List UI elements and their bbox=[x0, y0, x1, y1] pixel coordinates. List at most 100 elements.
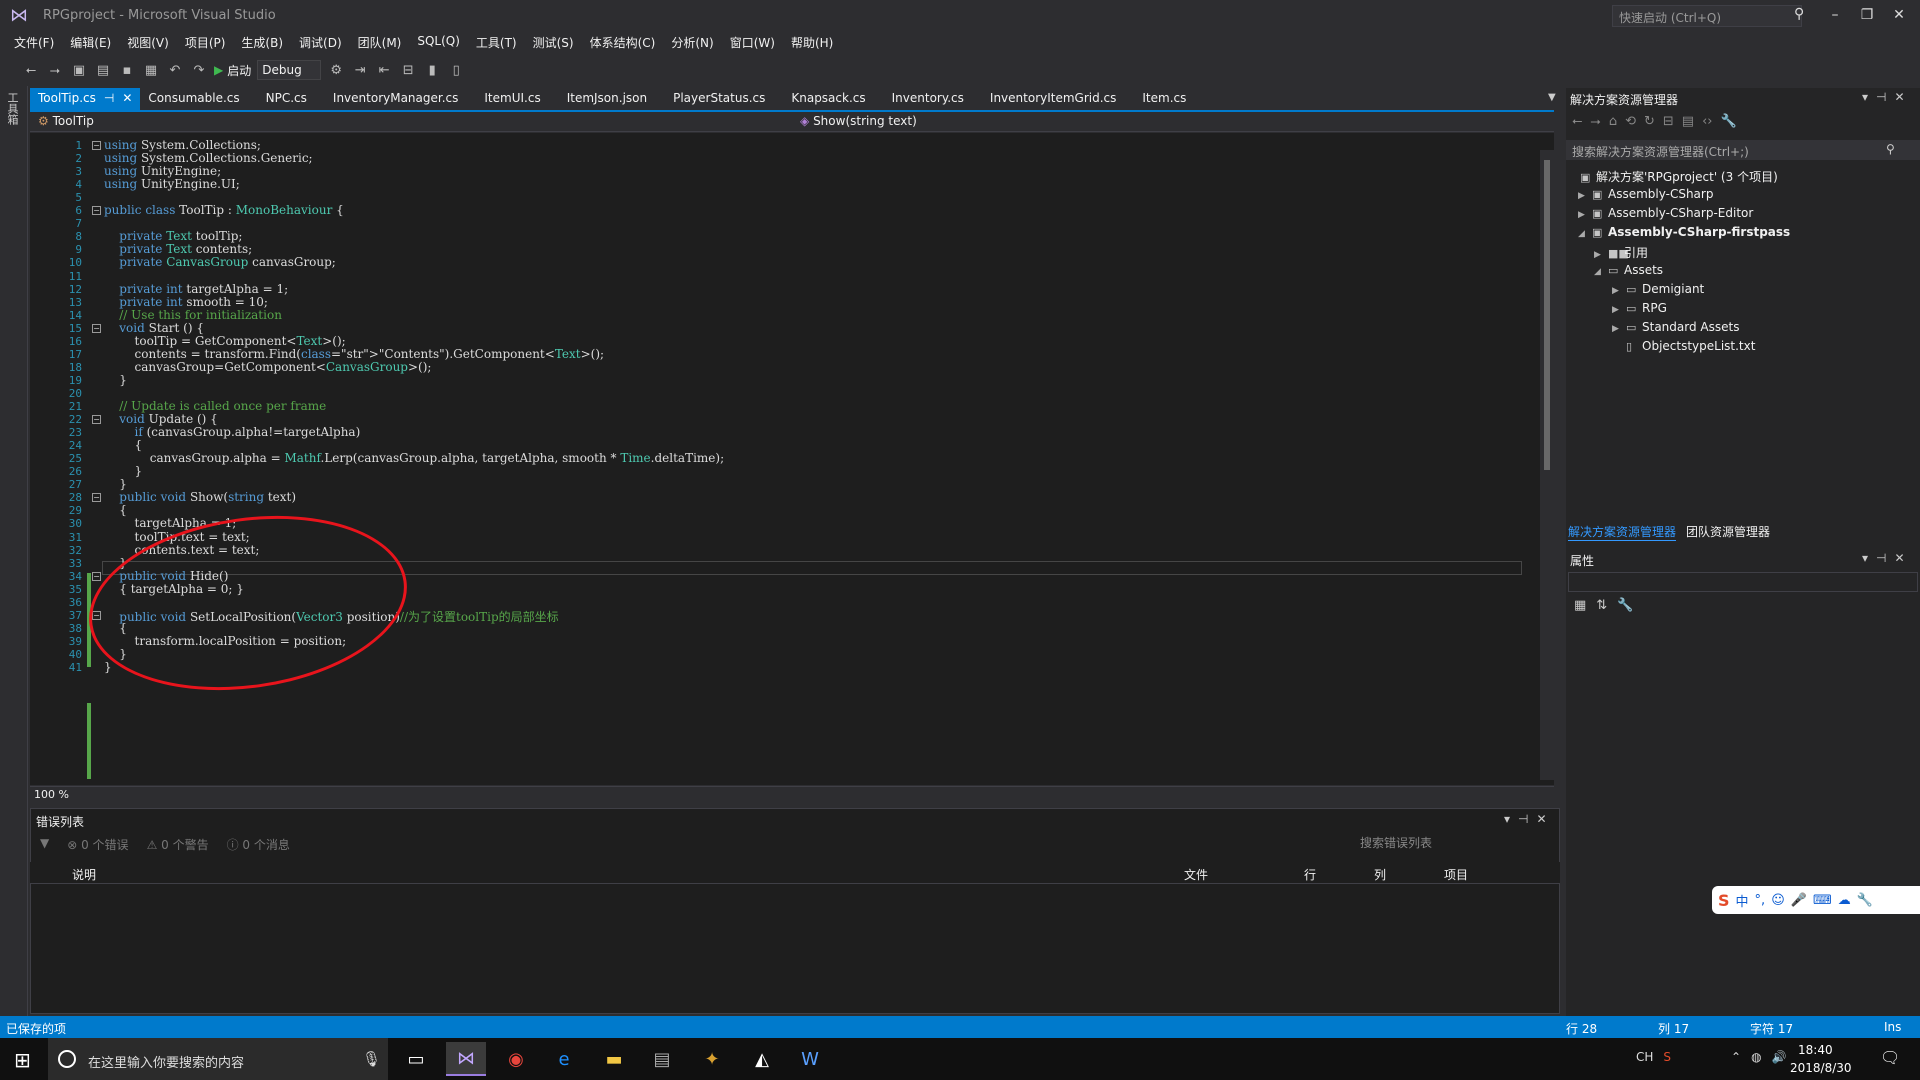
tree-assets-folder[interactable]: ◢ ▭ Assets bbox=[1594, 263, 1663, 277]
tab-overflow-icon[interactable]: ▼ bbox=[1548, 92, 1556, 103]
collapse-icon[interactable]: ⊟ bbox=[1663, 114, 1674, 129]
tree-objectstypelist-file[interactable]: ▯ ObjectstypeList.txt bbox=[1626, 339, 1755, 353]
code-line[interactable]: void Update () { bbox=[104, 412, 218, 426]
expand-arrow-icon[interactable]: ▶ bbox=[1612, 324, 1626, 334]
fold-toggle-icon[interactable]: − bbox=[92, 571, 101, 581]
expand-arrow-icon[interactable]: ▶ bbox=[1578, 191, 1592, 201]
word-icon[interactable]: W bbox=[790, 1042, 830, 1076]
fold-toggle-icon[interactable]: − bbox=[92, 493, 101, 503]
member-dropdown[interactable]: ◈ Show(string text) bbox=[800, 114, 917, 128]
menu-window[interactable]: 窗口(W) bbox=[722, 32, 783, 54]
tree-rpg-folder[interactable]: ▶ ▭ RPG bbox=[1612, 301, 1667, 315]
panel-controls[interactable]: ▾⊣✕ bbox=[1862, 551, 1913, 565]
code-line[interactable]: { bbox=[104, 503, 127, 517]
code-line[interactable]: private Text toolTip; bbox=[104, 229, 242, 243]
app-icon[interactable]: ▤ bbox=[642, 1042, 682, 1076]
tab-knapsack[interactable]: Knapsack.cs bbox=[783, 88, 883, 110]
fold-toggle-icon[interactable]: − bbox=[92, 415, 101, 425]
tab-playerstatus[interactable]: PlayerStatus.cs bbox=[665, 88, 783, 110]
menu-team[interactable]: 团队(M) bbox=[350, 32, 410, 54]
windows-start-icon[interactable]: ⊞ bbox=[14, 1048, 31, 1072]
app-icon[interactable]: ✦ bbox=[692, 1042, 732, 1076]
code-line[interactable]: toolTip = GetComponent<Text>(); bbox=[104, 334, 346, 348]
menu-help[interactable]: 帮助(H) bbox=[783, 32, 841, 54]
tab-inventory-item-grid[interactable]: InventoryItemGrid.cs bbox=[982, 88, 1134, 110]
menu-tools[interactable]: 工具(T) bbox=[468, 32, 525, 54]
collapse-arrow-icon[interactable]: ◢ bbox=[1578, 229, 1592, 239]
search-icon[interactable]: ⚲ bbox=[1794, 6, 1804, 22]
fold-toggle-icon[interactable]: − bbox=[92, 206, 101, 216]
tab-itemui[interactable]: ItemUI.cs bbox=[476, 88, 558, 110]
menu-project[interactable]: 项目(P) bbox=[177, 32, 234, 54]
volume-icon[interactable]: 🔊 bbox=[1772, 1050, 1787, 1064]
clock-date[interactable]: 2018/8/30 bbox=[1790, 1061, 1852, 1075]
panel-controls[interactable]: ▾⊣✕ bbox=[1862, 90, 1913, 104]
redo-icon[interactable]: ↷ bbox=[190, 63, 208, 78]
property-pages-icon[interactable]: 🔧 bbox=[1617, 598, 1633, 613]
expand-arrow-icon[interactable]: ▶ bbox=[1612, 305, 1626, 315]
show-all-icon[interactable]: ▤ bbox=[1682, 114, 1694, 129]
tree-solution[interactable]: ▣ 解决方案'RPGproject' (3 个项目) bbox=[1580, 168, 1778, 185]
forward-icon[interactable]: ⭢ bbox=[46, 63, 64, 78]
tab-item[interactable]: Item.cs bbox=[1134, 88, 1204, 110]
panel-controls[interactable]: ▾⊣✕ bbox=[1504, 812, 1555, 826]
code-line[interactable]: contents = transform.Find(class="str">"C… bbox=[104, 347, 605, 361]
refresh-icon[interactable]: ↻ bbox=[1644, 114, 1655, 129]
code-line[interactable]: using UnityEngine; bbox=[104, 164, 221, 178]
code-line[interactable]: private int targetAlpha = 1; bbox=[104, 282, 288, 296]
save-icon[interactable]: ▪ bbox=[118, 63, 136, 78]
task-view-icon[interactable]: ▭ bbox=[396, 1042, 436, 1076]
new-project-icon[interactable]: ▣ bbox=[70, 63, 88, 78]
code-line[interactable]: } bbox=[104, 660, 112, 674]
undo-icon[interactable]: ↶ bbox=[166, 63, 184, 78]
column-line[interactable]: 行 bbox=[1304, 866, 1316, 883]
code-line[interactable]: void Start () { bbox=[104, 321, 204, 335]
pin-icon[interactable]: ⊣ bbox=[104, 91, 114, 110]
clock-time[interactable]: 18:40 bbox=[1798, 1043, 1833, 1057]
tab-team-explorer[interactable]: 团队资源管理器 bbox=[1686, 523, 1770, 541]
unity-icon[interactable]: ◭ bbox=[742, 1042, 782, 1076]
expand-arrow-icon[interactable]: ▶ bbox=[1594, 250, 1608, 260]
keyboard-icon[interactable]: ⌨ bbox=[1813, 893, 1832, 908]
code-line[interactable]: } bbox=[104, 477, 127, 491]
code-line[interactable]: public void Show(string text) bbox=[104, 490, 296, 504]
code-line[interactable]: using UnityEngine.UI; bbox=[104, 177, 240, 191]
tab-consumable[interactable]: Consumable.cs bbox=[140, 88, 257, 110]
tree-standard-assets-folder[interactable]: ▶ ▭ Standard Assets bbox=[1612, 320, 1739, 334]
ime-toolbar[interactable]: S 中 °, ☺ 🎤 ⌨ ☁ 🔧 bbox=[1712, 886, 1920, 914]
attach-icon[interactable]: ⚙ bbox=[327, 63, 345, 78]
tab-tooltip[interactable]: ToolTip.cs ⊣ ✕ bbox=[30, 88, 141, 110]
file-explorer-icon[interactable]: ▬ bbox=[594, 1042, 634, 1076]
notification-icon[interactable]: 🗨 bbox=[1880, 1048, 1900, 1067]
menu-architecture[interactable]: 体系结构(C) bbox=[582, 32, 664, 54]
back-icon[interactable]: ⭠ bbox=[1572, 114, 1582, 129]
menu-sql[interactable]: SQL(Q) bbox=[409, 32, 468, 54]
tools-icon[interactable]: 🔧 bbox=[1857, 893, 1873, 908]
tab-solution-explorer[interactable]: 解决方案资源管理器 bbox=[1568, 523, 1677, 541]
start-debugging-button[interactable]: ▶ 启动 bbox=[214, 62, 251, 79]
close-tab-icon[interactable]: ✕ bbox=[122, 91, 132, 110]
next-bookmark-icon[interactable]: ▯ bbox=[447, 63, 465, 78]
tree-project-assembly-csharp-editor[interactable]: ▶ ▣ Assembly-CSharp-Editor bbox=[1578, 206, 1753, 220]
bookmark-icon[interactable]: ▮ bbox=[423, 63, 441, 78]
code-line[interactable]: using System.Collections.Generic; bbox=[104, 151, 313, 165]
menu-file[interactable]: 文件(F) bbox=[6, 32, 62, 54]
code-line[interactable]: canvasGroup.alpha = Mathf.Lerp(canvasGro… bbox=[104, 451, 724, 465]
tab-inventory[interactable]: Inventory.cs bbox=[884, 88, 982, 110]
tab-itemjson[interactable]: ItemJson.json bbox=[559, 88, 665, 110]
column-description[interactable]: 说明 bbox=[72, 866, 96, 883]
microphone-icon[interactable]: 🎙 bbox=[362, 1050, 381, 1068]
filter-icon[interactable]: ▼ bbox=[40, 836, 49, 853]
code-line[interactable]: } bbox=[104, 464, 143, 478]
menu-debug[interactable]: 调试(D) bbox=[291, 32, 350, 54]
menu-view[interactable]: 视图(V) bbox=[119, 32, 177, 54]
minimize-icon[interactable]: – bbox=[1820, 4, 1850, 26]
quick-launch-input[interactable]: 快速启动 (Ctrl+Q) bbox=[1612, 5, 1802, 27]
fold-toggle-icon[interactable]: − bbox=[92, 323, 101, 333]
expand-arrow-icon[interactable]: ▶ bbox=[1578, 210, 1592, 220]
code-line[interactable]: // Update is called once per frame bbox=[104, 399, 326, 413]
indent-icon[interactable]: ⇥ bbox=[351, 63, 369, 78]
messages-filter[interactable]: ⓘ 0 个消息 bbox=[227, 836, 290, 853]
error-list-search[interactable]: 搜索错误列表 bbox=[1360, 834, 1556, 851]
column-project[interactable]: 项目 bbox=[1444, 866, 1468, 883]
